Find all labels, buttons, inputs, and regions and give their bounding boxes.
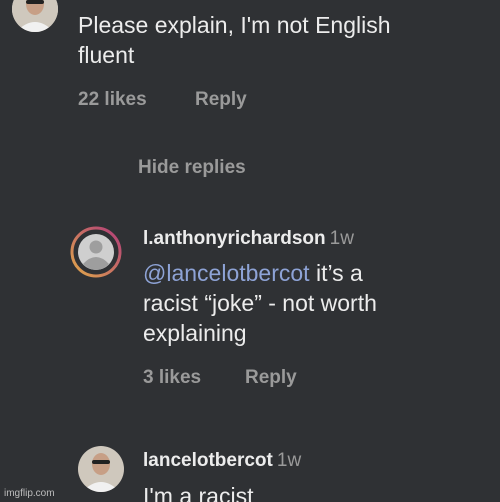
hide-replies-button[interactable]: Hide replies [138, 157, 246, 179]
reply1-likes[interactable]: 3 likes [143, 367, 201, 389]
comments-screen: Please explain, I'm not English fluent 2… [0, 0, 500, 502]
default-avatar-icon [70, 226, 122, 278]
user-avatar-icon [78, 446, 124, 492]
top-comment-text: Please explain, I'm not English fluent [78, 12, 391, 68]
top-comment-likes[interactable]: 22 likes [78, 89, 147, 111]
reply2-username[interactable]: lancelotbercot 1w [143, 450, 301, 472]
imgflip-watermark: imgflip.com [4, 488, 55, 499]
reply2-time: 1w [276, 450, 302, 471]
top-comment-avatar[interactable] [12, 0, 58, 32]
reply1-avatar[interactable] [70, 226, 122, 278]
reply1-text: @lancelotbercot it’s a racist “joke” - n… [143, 260, 377, 346]
reply1-reply-button[interactable]: Reply [245, 367, 297, 389]
reply1-username[interactable]: l.anthonyrichardson 1w [143, 228, 354, 250]
reply2-avatar[interactable] [78, 446, 124, 492]
reply2-text: I'm a racist [143, 483, 254, 502]
user-avatar-icon [12, 0, 58, 32]
reply1-time: 1w [329, 228, 354, 249]
top-comment-reply-button[interactable]: Reply [195, 89, 247, 111]
reply1-mention[interactable]: @lancelotbercot [143, 260, 310, 286]
